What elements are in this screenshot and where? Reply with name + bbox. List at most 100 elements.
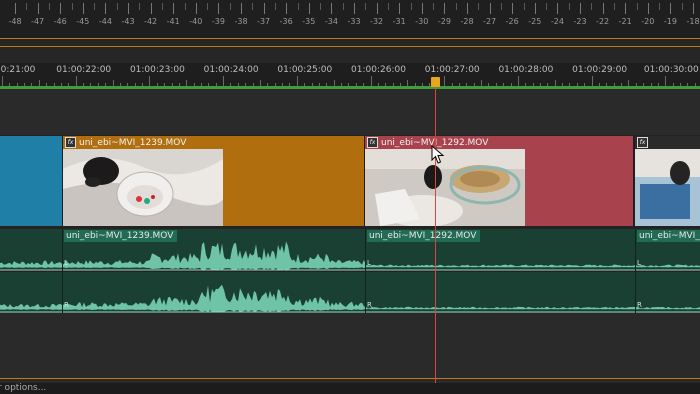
ruler-timecode: 01:00:24:00 bbox=[203, 65, 259, 75]
meter-major-tick bbox=[37, 3, 39, 14]
channel-l-label: L bbox=[637, 259, 641, 267]
playhead-line[interactable] bbox=[435, 88, 436, 383]
video-clip-right[interactable]: fx bbox=[635, 136, 700, 226]
meter-major-tick bbox=[241, 3, 242, 14]
audio-clip-edge bbox=[62, 229, 63, 313]
meter-tick-label: -32 bbox=[370, 17, 384, 26]
meter-major-tick bbox=[580, 3, 581, 14]
meter-major-tick bbox=[15, 3, 16, 14]
ruler-timecode: 01:00:22:00 bbox=[56, 65, 112, 75]
meter-minor-tick bbox=[320, 3, 322, 10]
meter-tick-label: -30 bbox=[415, 17, 429, 26]
ruler-tick bbox=[665, 76, 667, 86]
meter-tick-label: -39 bbox=[211, 17, 225, 26]
ruler-timecode: 01:00:23:00 bbox=[129, 65, 185, 75]
bottom-orange-line bbox=[0, 378, 700, 379]
ruler-timecode: 01:00:27:00 bbox=[424, 65, 480, 75]
meter-tick-label: -31 bbox=[392, 17, 406, 26]
meter-minor-tick bbox=[274, 3, 276, 10]
meter-minor-tick bbox=[139, 3, 141, 10]
clip-name-1239: uni_ebi~MVI_1239.MOV bbox=[79, 137, 187, 148]
clip-header-1292: fx uni_ebi~MVI_1292.MOV bbox=[365, 136, 633, 149]
meter-major-tick bbox=[467, 3, 468, 14]
meter-minor-tick bbox=[252, 3, 254, 10]
meter-major-tick bbox=[128, 3, 129, 14]
empty-video-track[interactable] bbox=[0, 89, 700, 135]
ruler-tick bbox=[591, 76, 593, 86]
meter-tick-label: -48 bbox=[8, 17, 22, 26]
footer-options-text[interactable]: r options... bbox=[0, 383, 46, 393]
meter-tick-label: -25 bbox=[528, 17, 542, 26]
footer-bar: r options... bbox=[0, 383, 700, 394]
meter-minor-tick bbox=[681, 3, 683, 10]
playhead-handle[interactable] bbox=[431, 77, 440, 87]
ruler-timecode: 0:21:00 bbox=[0, 65, 36, 75]
meter-major-tick bbox=[331, 3, 333, 14]
meter-major-tick bbox=[534, 3, 536, 14]
meter-major-tick bbox=[354, 3, 355, 14]
meter-tick-label: -33 bbox=[347, 17, 361, 26]
meter-minor-tick bbox=[433, 3, 435, 10]
meter-minor-tick bbox=[455, 3, 457, 10]
meter-minor-tick bbox=[410, 3, 412, 10]
ruler-tick bbox=[223, 76, 225, 86]
meter-minor-tick bbox=[613, 3, 615, 10]
audio-clip-label-right[interactable]: uni_ebi~MVI_1 bbox=[637, 230, 700, 242]
audio-clip-edge bbox=[365, 229, 366, 313]
meter-minor-tick bbox=[94, 3, 96, 10]
audio-clip-edge bbox=[635, 229, 636, 313]
meter-minor-tick bbox=[568, 3, 570, 10]
meter-minor-tick bbox=[591, 3, 593, 10]
ruler-timecode: 01:00:25:00 bbox=[277, 65, 333, 75]
meter-major-tick bbox=[489, 3, 491, 14]
clip-thumbnail-1239 bbox=[63, 149, 223, 226]
clip-header-1239: fx uni_ebi~MVI_1239.MOV bbox=[63, 136, 364, 149]
video-clip-mvi-1239[interactable]: fx uni_ebi~MVI_1239.MOV bbox=[63, 136, 364, 226]
ruler-timecode: 01:00:26:00 bbox=[351, 65, 406, 75]
meter-minor-tick bbox=[207, 3, 209, 10]
meter-major-tick bbox=[195, 3, 197, 14]
audio-clip-label-1239[interactable]: uni_ebi~MVI_1239.MOV bbox=[64, 230, 178, 242]
ruler-tick bbox=[517, 76, 519, 86]
channel-r-label: R bbox=[64, 301, 69, 309]
waveform-path bbox=[0, 241, 700, 271]
channel-r-label: R bbox=[367, 301, 372, 309]
video-clip-mvi-1292[interactable]: fx uni_ebi~MVI_1292.MOV bbox=[365, 136, 633, 226]
meter-minor-tick bbox=[365, 3, 367, 10]
meter-tick-label: -46 bbox=[53, 17, 67, 26]
meter-tick-label: -35 bbox=[302, 17, 316, 26]
meter-minor-tick bbox=[523, 3, 525, 10]
meter-tick-label: -27 bbox=[483, 17, 497, 26]
meter-band bbox=[0, 39, 700, 63]
meter-minor-tick bbox=[116, 3, 118, 10]
ruler-tick bbox=[296, 76, 298, 86]
meter-minor-tick bbox=[500, 3, 502, 10]
meter-tick-label: -21 bbox=[618, 17, 632, 26]
meter-tick-label: -43 bbox=[121, 17, 135, 26]
meter-major-tick bbox=[602, 3, 604, 14]
meter-major-tick bbox=[82, 3, 84, 14]
audio-clip-label-1292[interactable]: uni_ebi~MVI_1292.MOV bbox=[367, 230, 481, 242]
ruler-tick bbox=[75, 76, 77, 86]
ruler-tick bbox=[2, 76, 3, 86]
meter-major-tick bbox=[399, 3, 401, 14]
meter-major-tick bbox=[512, 3, 514, 14]
meter-minor-tick bbox=[48, 3, 50, 10]
video-clip-left[interactable] bbox=[0, 136, 62, 226]
ruler-tick bbox=[149, 76, 151, 86]
meter-tick-label: -36 bbox=[279, 17, 293, 26]
meter-tick-label: -18 bbox=[686, 17, 700, 26]
meter-tick-label: -26 bbox=[505, 17, 519, 26]
meter-minor-tick bbox=[184, 3, 186, 10]
ruler-tick bbox=[444, 76, 446, 86]
meter-minor-tick bbox=[387, 3, 389, 10]
meter-tick-label: -22 bbox=[596, 17, 610, 26]
empty-track-area[interactable] bbox=[0, 313, 700, 383]
clip-color-left bbox=[0, 136, 62, 226]
ruler-timecode: 01:00:30:00 bbox=[643, 65, 699, 75]
meter-tick-label: -40 bbox=[189, 17, 203, 26]
meter-minor-tick bbox=[71, 3, 73, 10]
waveform-path bbox=[0, 284, 700, 313]
meter-major-tick bbox=[376, 3, 378, 14]
fx-badge-icon: fx bbox=[637, 137, 648, 148]
